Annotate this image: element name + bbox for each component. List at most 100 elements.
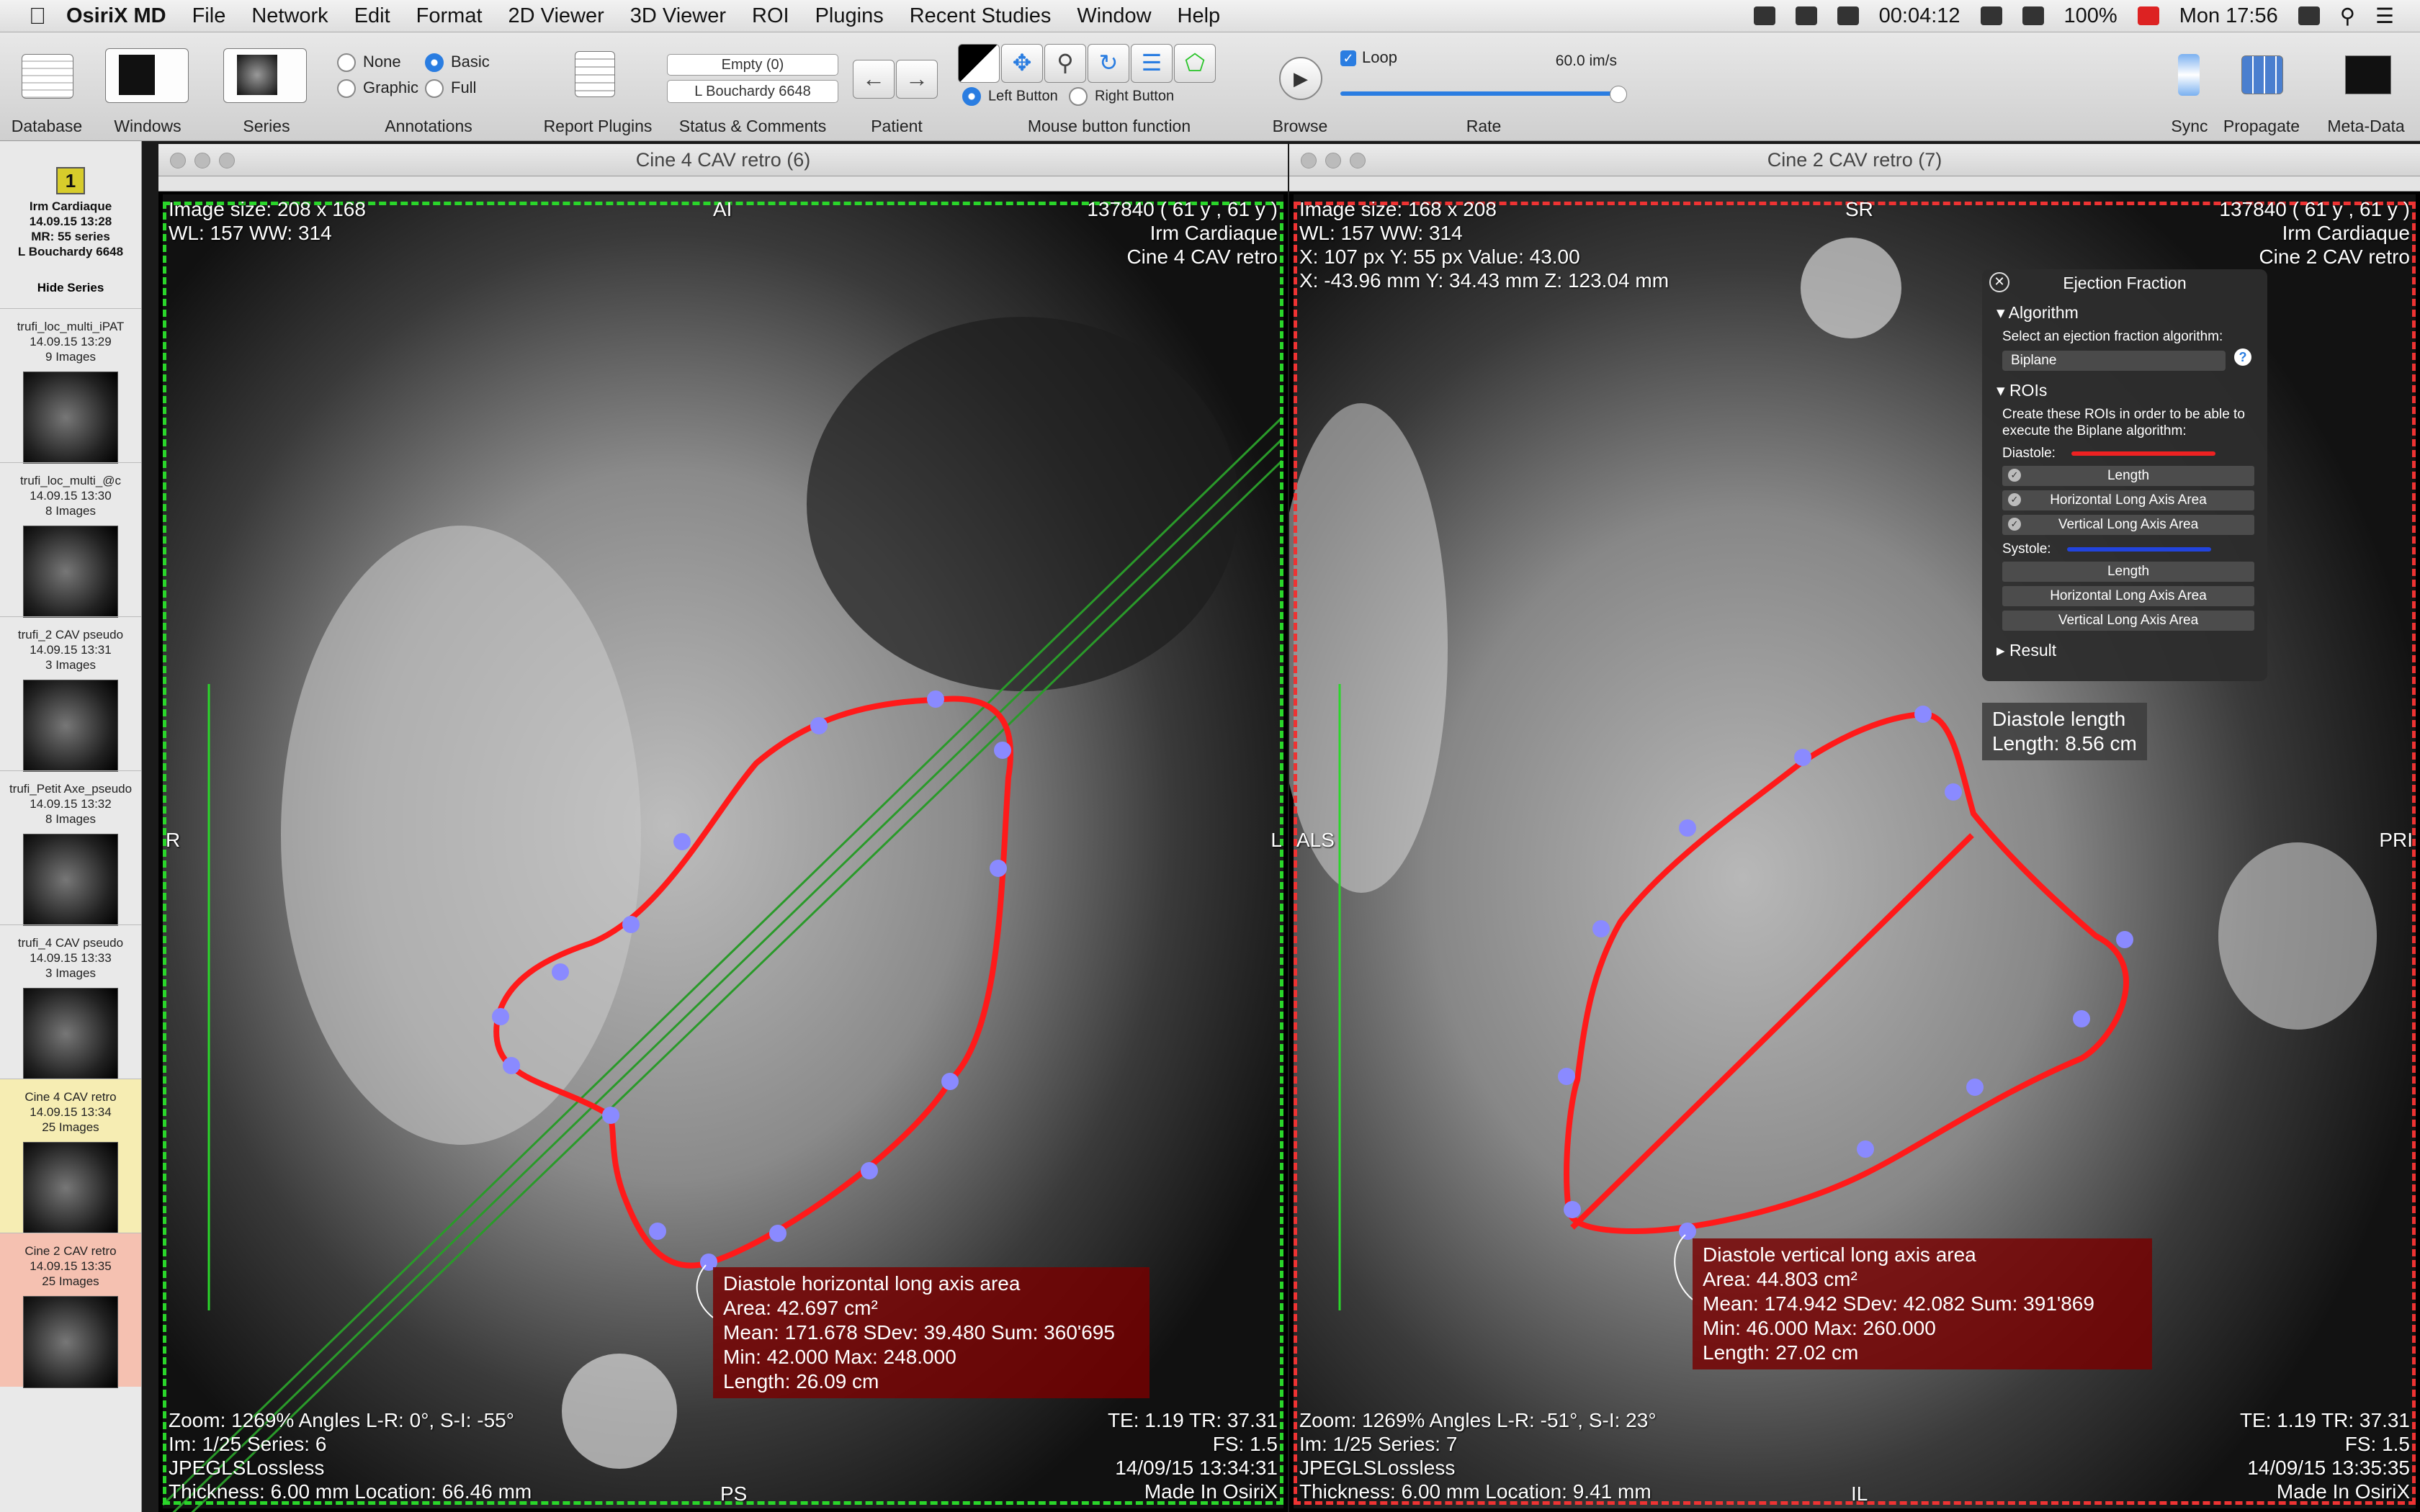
datetime-label[interactable]: Mon 17:56 [2179,4,2278,28]
close-icon[interactable]: ✕ [1989,272,2009,292]
windows-icon [119,55,155,95]
series-sidebar: 1 Irm Cardiaque 14.09.15 13:28 MR: 55 se… [0,141,142,1512]
menu-3d-viewer[interactable]: 3D Viewer [630,4,726,28]
diastole-length-item[interactable]: ✓Length [2002,466,2254,486]
rois-instructions: Create these ROIs in order to be able to… [2002,406,2267,439]
diastole-vla-item[interactable]: ✓Vertical Long Axis Area [2002,515,2254,535]
propagate-icon [2241,55,2283,94]
menu-format[interactable]: Format [416,4,483,28]
dropbox-icon[interactable] [1754,6,1775,25]
systole-vla-item[interactable]: Vertical Long Axis Area [2002,611,2254,631]
ejection-fraction-panel: ✕ Ejection Fraction ▾ Algorithm Select a… [1982,269,2267,681]
rate-slider-knob[interactable] [1610,86,1627,103]
roi-info-label[interactable]: Diastole horizontal long axis area Area:… [713,1267,1150,1398]
orientation-top: AI [713,197,732,221]
series-item[interactable]: trufi_Petit Axe_pseudo 14.09.15 13:32 8 … [0,770,141,924]
viewer-left[interactable]: Cine 4 CAV retro (6) Image size: 208 x 1… [158,144,1288,1512]
menu-plugins[interactable]: Plugins [815,4,884,28]
spotlight-icon[interactable]: ⚲ [2340,4,2355,29]
next-patient-button[interactable]: → [896,60,938,99]
algorithm-disclosure[interactable]: ▾ Algorithm [1996,303,2267,323]
rotate-tool-icon[interactable]: ↻ [1088,44,1129,83]
disclosure-down-icon: ▾ [1996,381,2005,400]
menu-bar:  OsiriX MD File Network Edit Format 2D … [0,0,2420,32]
study-header[interactable]: 1 Irm Cardiaque 14.09.15 13:28 MR: 55 se… [0,141,141,259]
orientation-bottom: PS [720,1482,747,1506]
patient-tool: ← → Patient [850,32,944,140]
list-icon[interactable]: ☰ [2375,4,2394,29]
menu-file[interactable]: File [192,4,226,28]
sync-icon [2178,54,2200,96]
series-item[interactable]: trufi_2 CAV pseudo 14.09.15 13:31 3 Imag… [0,616,141,770]
overlay-top-left: Image size: 208 x 168 WL: 157 WW: 314 [169,197,366,245]
flag-icon[interactable] [2138,6,2159,25]
diastole-hla-item[interactable]: ✓Horizontal Long Axis Area [2002,490,2254,510]
menu-roi[interactable]: ROI [752,4,789,28]
play-icon[interactable]: ▶ [1279,57,1322,100]
help-icon[interactable]: ? [2234,348,2251,366]
algorithm-select[interactable]: Biplane [2002,351,2226,371]
check-icon: ✓ [2008,493,2021,506]
result-disclosure[interactable]: ▸ Result [1996,641,2267,660]
systole-length-item[interactable]: Length [2002,562,2254,582]
rate-value: 60.0 im/s [1556,53,1617,70]
annotation-none[interactable]: None [337,53,401,72]
menu-help[interactable]: Help [1178,4,1221,28]
rate-slider[interactable] [1340,91,1621,96]
menu-network[interactable]: Network [251,4,328,28]
status-popup[interactable]: Empty (0) [667,54,838,76]
series-tool[interactable]: Series [216,32,317,140]
left-button-radio[interactable]: Left Button [962,87,1058,106]
loop-checkbox[interactable]: ✓Loop [1340,48,1397,67]
menu-recent-studies[interactable]: Recent Studies [910,4,1052,28]
systole-hla-item[interactable]: Horizontal Long Axis Area [2002,586,2254,606]
systole-color-bar [2067,547,2211,552]
right-button-radio[interactable]: Right Button [1069,87,1174,106]
zoom-tool-icon[interactable]: ⚲ [1044,44,1086,83]
hide-series-button[interactable]: Hide Series [0,281,141,295]
move-tool-icon[interactable]: ✥ [1001,44,1043,83]
orientation-left: ALS [1296,828,1335,852]
overlay-bottom-right: TE: 1.19 TR: 37.31 FS: 1.5 14/09/15 13:3… [2240,1408,2410,1503]
propagate-tool[interactable]: Propagate [2218,32,2305,140]
volume-icon[interactable] [2022,6,2044,25]
series-thumbnail [23,988,118,1080]
menu-edit[interactable]: Edit [354,4,390,28]
windows-tool[interactable]: Windows [101,32,194,140]
series-item[interactable]: trufi_loc_multi_@c 14.09.15 13:30 8 Imag… [0,462,141,616]
user-icon[interactable] [2298,6,2320,25]
clock-label[interactable]: 00:04:12 [1879,4,1960,28]
menu-window[interactable]: Window [1077,4,1151,28]
check-icon: ✓ [2008,518,2021,531]
annotation-full[interactable]: Full [425,78,476,98]
diastole-label: Diastole: [2002,445,2267,462]
annotation-graphic[interactable]: Graphic [337,78,418,98]
series-item-selected[interactable]: Cine 4 CAV retro 14.09.15 13:34 25 Image… [0,1079,141,1233]
series-item-selected[interactable]: Cine 2 CAV retro 14.09.15 13:35 25 Image… [0,1233,141,1387]
length-info-label[interactable]: Diastole length Length: 8.56 cm [1982,703,2147,760]
previous-patient-button[interactable]: ← [853,60,895,99]
sync-tool[interactable]: Sync [2161,32,2218,140]
study-date: 14.09.15 13:28 [0,214,141,229]
series-thumbnail [23,1142,118,1234]
apple-menu-icon[interactable]:  [29,3,46,30]
database-icon[interactable] [22,54,73,99]
report-plugins-tool[interactable]: Report Plugins [533,32,663,140]
series-item[interactable]: trufi_loc_multi_iPAT 14.09.15 13:29 9 Im… [0,308,141,462]
menu-2d-viewer[interactable]: 2D Viewer [508,4,604,28]
database-tool[interactable]: Database [0,32,94,140]
airplay-icon[interactable] [1796,6,1817,25]
series-item[interactable]: trufi_4 CAV pseudo 14.09.15 13:33 3 Imag… [0,924,141,1079]
battery-label[interactable]: 100% [2064,4,2118,28]
roi-polygon-tool-icon[interactable]: ⬠ [1174,44,1216,83]
metadata-tool[interactable]: Meta-Data [2319,32,2413,140]
wifi-icon[interactable] [1981,6,2002,25]
comments-field[interactable]: L Bouchardy 6648 [667,80,838,103]
wl-ww-tool-icon[interactable] [958,44,1000,83]
app-menu[interactable]: OsiriX MD [66,4,166,28]
roi-info-label[interactable]: Diastole vertical long axis area Area: 4… [1693,1238,2152,1369]
annotation-basic[interactable]: Basic [425,53,490,72]
rois-disclosure[interactable]: ▾ ROIs [1996,381,2267,400]
scroll-tool-icon[interactable]: ☰ [1131,44,1173,83]
battery-menu-icon[interactable] [1837,6,1859,25]
